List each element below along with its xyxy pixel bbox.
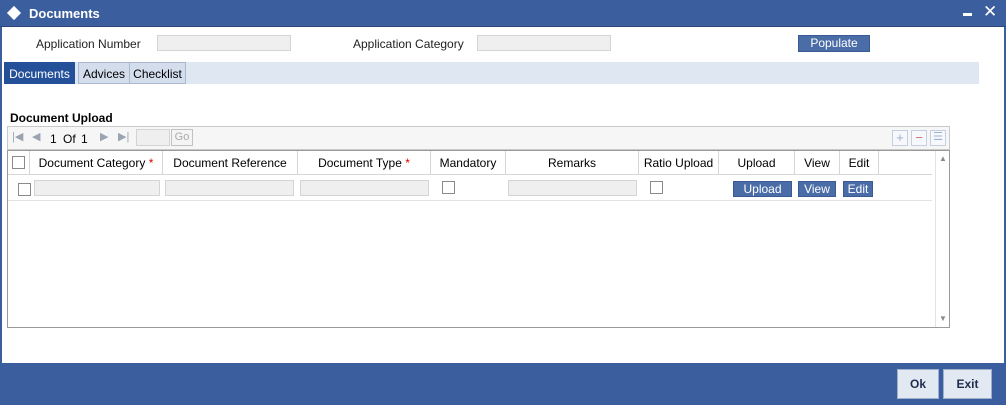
scroll-up-icon[interactable]: ▲ <box>939 154 947 163</box>
select-all-checkbox[interactable] <box>12 156 25 169</box>
edit-button[interactable]: Edit <box>843 181 873 197</box>
exit-button[interactable]: Exit <box>943 369 992 399</box>
select-all-cell <box>8 151 30 175</box>
minimize-icon[interactable] <box>963 13 972 16</box>
scroll-down-icon[interactable]: ▼ <box>939 314 947 323</box>
column-label: Remarks <box>547 156 596 170</box>
required-marker: * <box>148 156 154 170</box>
column-header-mandatory[interactable]: Mandatory <box>431 151 506 175</box>
view-button[interactable]: View <box>798 181 836 197</box>
page-number-input[interactable] <box>136 129 170 146</box>
column-label: Document Type <box>318 156 402 170</box>
column-header-upload[interactable]: Upload <box>719 151 795 175</box>
column-header-document-category[interactable]: Document Category * <box>30 151 163 175</box>
tab-documents[interactable]: Documents <box>4 62 75 84</box>
of-label: Of <box>63 132 76 146</box>
current-page: 1 <box>50 132 57 146</box>
close-icon[interactable]: ✕ <box>983 2 997 22</box>
application-category-label: Application Category <box>353 37 464 51</box>
add-row-icon[interactable]: + <box>892 130 908 146</box>
next-page-icon[interactable]: ▶ <box>100 130 108 143</box>
column-label: Mandatory <box>439 156 497 170</box>
delete-row-icon[interactable]: − <box>911 130 927 146</box>
app-diamond-icon <box>6 5 22 21</box>
vertical-scrollbar[interactable]: ▲ ▼ <box>935 151 949 327</box>
column-header-document-reference[interactable]: Document Reference <box>163 151 298 175</box>
column-header-document-type[interactable]: Document Type * <box>298 151 431 175</box>
column-header-edit[interactable]: Edit <box>840 151 879 175</box>
total-pages: 1 <box>81 132 88 146</box>
list-view-icon[interactable]: ☰ <box>930 130 946 146</box>
upload-button[interactable]: Upload <box>733 181 792 197</box>
column-label: Upload <box>737 156 776 170</box>
previous-page-icon[interactable]: ◀ <box>32 130 40 143</box>
go-button[interactable]: Go <box>171 129 193 146</box>
column-header-view[interactable]: View <box>795 151 840 175</box>
column-label: Ratio Upload <box>643 156 714 170</box>
footer-bar: Ok Exit <box>0 363 1006 405</box>
application-number-label: Application Number <box>36 37 141 51</box>
last-page-icon[interactable]: ▶| <box>118 130 129 143</box>
pagination-bar: |◀ ◀ 1 Of 1 ▶ ▶| Go + − ☰ <box>7 126 950 150</box>
column-label: Document Category <box>38 156 146 170</box>
window-title: Documents <box>29 6 100 21</box>
document-category-field[interactable] <box>34 180 160 196</box>
column-label: View <box>804 156 830 170</box>
document-reference-field[interactable] <box>165 180 294 196</box>
document-type-field[interactable] <box>300 180 429 196</box>
tab-advices[interactable]: Advices <box>78 62 130 84</box>
row-select-checkbox[interactable] <box>18 183 31 196</box>
first-page-icon[interactable]: |◀ <box>12 130 23 143</box>
grid-header: Document Category * Document Reference D… <box>8 151 932 175</box>
ratio-upload-checkbox[interactable] <box>650 181 663 194</box>
column-label: Edit <box>848 156 870 170</box>
application-category-field[interactable] <box>477 35 611 51</box>
mandatory-checkbox[interactable] <box>442 181 455 194</box>
populate-button[interactable]: Populate <box>798 35 870 52</box>
tab-strip: Documents Advices Checklist <box>4 62 979 84</box>
column-header-remarks[interactable]: Remarks <box>506 151 639 175</box>
table-row: Upload View Edit <box>8 176 932 201</box>
remarks-field[interactable] <box>508 180 637 196</box>
required-marker: * <box>405 156 410 170</box>
window-titlebar: Documents ✕ <box>0 0 1006 27</box>
section-title: Document Upload <box>10 111 113 125</box>
column-header-ratio-upload[interactable]: Ratio Upload <box>639 151 719 175</box>
ok-button[interactable]: Ok <box>897 369 939 399</box>
tab-checklist[interactable]: Checklist <box>129 62 186 84</box>
column-label: Document Reference <box>173 156 287 170</box>
document-grid: Document Category * Document Reference D… <box>7 150 950 328</box>
application-number-field[interactable] <box>157 35 291 51</box>
